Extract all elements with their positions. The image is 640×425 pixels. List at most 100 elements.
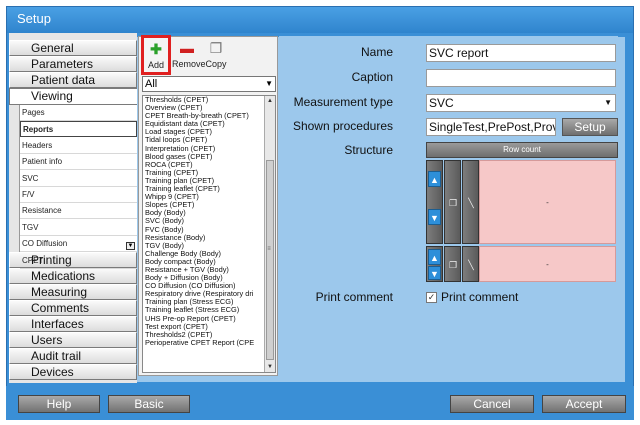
report-list-item[interactable]: CO Diffusion (CO Diffusion): [143, 282, 265, 290]
report-list-item[interactable]: Load stages (CPET): [143, 128, 265, 136]
category-interfaces[interactable]: Interfaces: [9, 316, 137, 332]
report-list-panel: ✚ Add ▬ Remove ❐ Copy All ▼ Thresholds (…: [138, 35, 278, 376]
measurement-type-value: SVC: [429, 96, 454, 110]
report-list-item[interactable]: Equidistant data (CPET): [143, 120, 265, 128]
accept-button[interactable]: Accept: [542, 395, 626, 413]
report-list-item[interactable]: Thresholds (CPET): [143, 96, 265, 104]
category-general[interactable]: General: [9, 40, 137, 56]
category-medications[interactable]: Medications: [9, 268, 137, 284]
report-list-item[interactable]: Whipp 9 (CPET): [143, 193, 265, 201]
caption-field[interactable]: [426, 69, 616, 87]
report-list-item[interactable]: Perioperative CPET Report (CPE: [143, 339, 265, 347]
add-label: Add: [147, 60, 164, 70]
report-list-item[interactable]: Resistance (Body): [143, 234, 265, 242]
report-list-item[interactable]: Training leaflet (Stress ECG): [143, 306, 265, 314]
sub-list-scroll-down-button[interactable]: ▼: [126, 242, 135, 250]
category-comments[interactable]: Comments: [9, 300, 137, 316]
help-button[interactable]: Help: [18, 395, 100, 413]
print-comment-label: Print comment: [315, 290, 393, 304]
row1-copy-icon[interactable]: ❐: [447, 197, 459, 209]
report-filter-select[interactable]: All ▼: [142, 76, 276, 92]
report-list-item[interactable]: Tidal loops (CPET): [143, 136, 265, 144]
report-list-item[interactable]: TGV (Body): [143, 242, 265, 250]
sub-item-fv[interactable]: F/V: [20, 187, 137, 203]
report-list-item[interactable]: FVC (Body): [143, 226, 265, 234]
sub-item-co-diffusion[interactable]: CO Diffusion: [20, 236, 137, 253]
sub-item-tgv[interactable]: TGV: [20, 220, 137, 236]
row2-edit-icon[interactable]: ╲: [465, 259, 477, 271]
structure-label: Structure: [344, 143, 393, 157]
sub-item-reports[interactable]: Reports: [20, 121, 137, 138]
report-list-item[interactable]: Overview (CPET): [143, 104, 265, 112]
sub-item-resistance[interactable]: Resistance: [20, 203, 137, 220]
row2-copy-icon[interactable]: ❐: [447, 259, 459, 271]
report-list-item[interactable]: UHS Pre-op Report (CPET): [143, 315, 265, 323]
report-list-item[interactable]: Training leaflet (CPET): [143, 185, 265, 193]
sub-item-headers[interactable]: Headers: [20, 138, 137, 154]
category-parameters[interactable]: Parameters: [9, 56, 137, 72]
print-comment-checkbox-label[interactable]: Print comment: [441, 290, 518, 304]
report-list-item[interactable]: Test export (CPET): [143, 323, 265, 331]
category-devices[interactable]: Devices: [9, 364, 137, 380]
scroll-thumb[interactable]: [266, 160, 274, 360]
shown-procedures-field[interactable]: SingleTest,PrePost,Prov: [426, 118, 556, 136]
measurement-type-label: Measurement type: [293, 95, 393, 109]
add-icon: ✚: [150, 41, 162, 57]
row-count-header[interactable]: Row count: [426, 142, 618, 158]
category-users[interactable]: Users: [9, 332, 137, 348]
row1-edit-icon[interactable]: ╲: [465, 197, 477, 209]
report-list-item[interactable]: Challenge Body (Body): [143, 250, 265, 258]
name-label: Name: [360, 45, 393, 59]
report-list-item[interactable]: Training plan (Stress ECG): [143, 298, 265, 306]
chevron-down-icon: ▼: [265, 79, 273, 88]
sub-item-svc[interactable]: SVC: [20, 171, 137, 187]
copy-button[interactable]: ❐ Copy: [201, 37, 231, 75]
copy-icon: ❐: [209, 40, 223, 56]
dialog-button-bar: [6, 386, 634, 420]
report-list-item[interactable]: Training (CPET): [143, 169, 265, 177]
structure-cell-2[interactable]: -: [479, 246, 616, 282]
category-audit-trail[interactable]: Audit trail: [9, 348, 137, 364]
scroll-up-icon[interactable]: ▲: [265, 96, 275, 106]
sub-item-pages[interactable]: Pages: [20, 105, 137, 121]
category-patient-data[interactable]: Patient data: [9, 72, 137, 88]
structure-editor: Row count ▲ ▼ ❐ ╲ - ▲ ▼ ❐ ╲ -: [426, 142, 618, 282]
sub-item-patient-info[interactable]: Patient info: [20, 154, 137, 171]
report-list-item[interactable]: Body compact (Body): [143, 258, 265, 266]
name-field[interactable]: SVC report: [426, 44, 616, 62]
remove-icon: ▬: [180, 40, 194, 56]
report-list-item[interactable]: Respiratory drive (Respiratory dri: [143, 290, 265, 298]
scroll-down-icon[interactable]: ▼: [265, 362, 275, 372]
category-measuring[interactable]: Measuring: [9, 284, 137, 300]
report-list-item[interactable]: Thresholds2 (CPET): [143, 331, 265, 339]
scroll-grip-icon: ≡: [267, 246, 271, 252]
report-list-item[interactable]: ROCA (CPET): [143, 161, 265, 169]
report-list-item[interactable]: Blood gases (CPET): [143, 153, 265, 161]
report-list-item[interactable]: Body (Body): [143, 209, 265, 217]
basic-button[interactable]: Basic: [108, 395, 190, 413]
report-list-item[interactable]: Slopes (CPET): [143, 201, 265, 209]
add-button[interactable]: ✚ Add: [141, 35, 171, 75]
row1-move-up-button[interactable]: ▲: [428, 171, 441, 187]
report-list-item[interactable]: Resistance + TGV (Body): [143, 266, 265, 274]
remove-button[interactable]: ▬ Remove: [172, 37, 206, 75]
row2-move-down-button[interactable]: ▼: [428, 266, 441, 280]
row1-move-down-button[interactable]: ▼: [428, 209, 441, 225]
structure-cell-1[interactable]: -: [479, 160, 616, 244]
report-list-scrollbar[interactable]: ▲ ≡ ▼: [264, 96, 275, 372]
row2-move-up-button[interactable]: ▲: [428, 249, 441, 265]
report-list-item[interactable]: SVC (Body): [143, 217, 265, 225]
measurement-type-select[interactable]: SVC ▼: [426, 94, 616, 112]
report-list-item[interactable]: Training plan (CPET): [143, 177, 265, 185]
cancel-button[interactable]: Cancel: [450, 395, 534, 413]
window-title: Setup: [7, 7, 633, 33]
category-viewing[interactable]: Viewing: [9, 88, 137, 105]
report-list-item[interactable]: Interpretation (CPET): [143, 145, 265, 153]
row1-control-column: ▲ ▼: [426, 160, 443, 244]
print-comment-checkbox[interactable]: ✓: [426, 292, 437, 303]
row2-control-column: ▲ ▼: [426, 246, 443, 282]
procedures-setup-button[interactable]: Setup: [562, 118, 618, 136]
report-list-item[interactable]: CPET Breath-by-breath (CPET): [143, 112, 265, 120]
report-list-item[interactable]: Body + Diffusion (Body): [143, 274, 265, 282]
sub-item-cpet[interactable]: CPET: [20, 253, 137, 269]
